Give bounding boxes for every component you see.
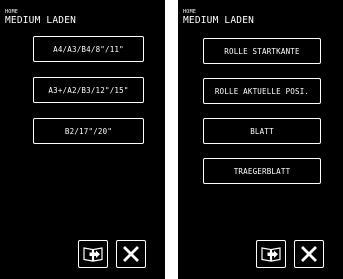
medium-load-screen-sheet-sizes: HOME MEDIUM LADEN A4/A3/B4/8"/11" A3+/A2…	[0, 0, 165, 279]
size-a4-a3-b4-button[interactable]: A4/A3/B4/8"/11"	[33, 36, 144, 62]
close-icon	[123, 246, 139, 262]
manual-button[interactable]	[78, 240, 108, 268]
size-a3plus-a2-b3-button[interactable]: A3+/A2/B3/12"/15"	[33, 77, 144, 103]
carrier-sheet-button[interactable]: TRAEGERBLATT	[203, 158, 321, 184]
roll-start-edge-button[interactable]: ROLLE STARTKANTE	[203, 38, 321, 64]
manual-book-icon	[261, 247, 281, 262]
medium-load-screen-load-types: HOME MEDIUM LADEN ROLLE STARTKANTE ROLLE…	[178, 0, 343, 279]
size-b2-button[interactable]: B2/17"/20"	[33, 118, 144, 144]
close-button[interactable]	[294, 240, 324, 268]
manual-book-icon	[83, 247, 103, 262]
close-button[interactable]	[116, 240, 146, 268]
roll-current-position-button[interactable]: ROLLE AKTUELLE POSI.	[203, 78, 321, 104]
screen-title: MEDIUM LADEN	[5, 15, 77, 26]
sheet-button[interactable]: BLATT	[203, 118, 321, 144]
close-icon	[301, 246, 317, 262]
manual-button[interactable]	[256, 240, 286, 268]
screen-title: MEDIUM LADEN	[183, 15, 255, 26]
